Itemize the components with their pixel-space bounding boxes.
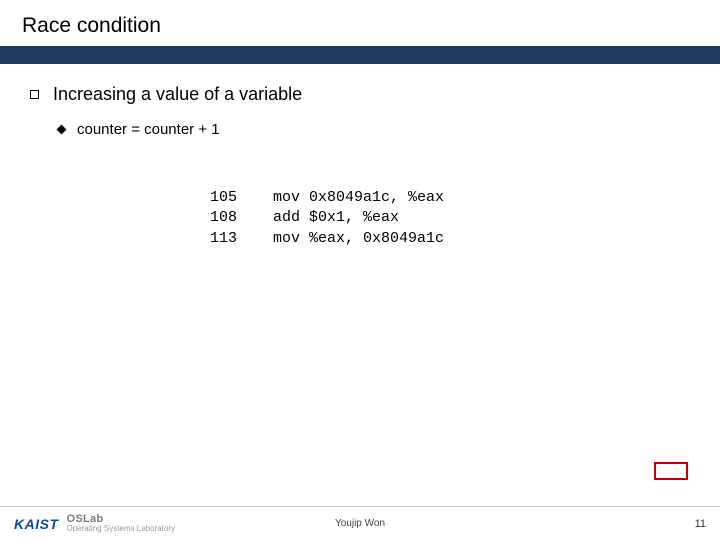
code-line-2-instr: add $0x1, %eax bbox=[273, 209, 399, 226]
logo-group: KAIST OSLab Operating Systems Laboratory bbox=[14, 514, 175, 533]
page-number: 11 bbox=[695, 518, 706, 530]
highlight-box bbox=[654, 462, 688, 480]
slide-footer: KAIST OSLab Operating Systems Laboratory… bbox=[0, 506, 720, 540]
sub-bullet-row: counter = counter + 1 bbox=[58, 121, 690, 138]
code-line-2-addr: 108 bbox=[210, 209, 237, 226]
code-line-3-instr: mov %eax, 0x8049a1c bbox=[273, 230, 444, 247]
content-area: Increasing a value of a variable counter… bbox=[0, 64, 720, 249]
square-bullet-icon bbox=[30, 90, 39, 99]
main-bullet-row: Increasing a value of a variable bbox=[30, 84, 690, 105]
main-bullet-text: Increasing a value of a variable bbox=[53, 84, 302, 105]
title-underline-bar bbox=[0, 46, 720, 64]
code-line-3-addr: 113 bbox=[210, 230, 237, 247]
code-line-1-instr: mov 0x8049a1c, %eax bbox=[273, 189, 444, 206]
code-line-1-addr: 105 bbox=[210, 189, 237, 206]
sub-bullet-text: counter = counter + 1 bbox=[77, 121, 220, 138]
author-name: Youjip Won bbox=[335, 518, 385, 529]
assembly-code-block: 105 mov 0x8049a1c, %eax 108 add $0x1, %e… bbox=[210, 188, 690, 249]
slide-title: Race condition bbox=[0, 0, 720, 46]
diamond-bullet-icon bbox=[57, 125, 67, 135]
oslab-logo: OSLab Operating Systems Laboratory bbox=[67, 514, 176, 533]
oslab-subtitle: Operating Systems Laboratory bbox=[67, 525, 176, 533]
kaist-logo: KAIST bbox=[14, 516, 59, 532]
